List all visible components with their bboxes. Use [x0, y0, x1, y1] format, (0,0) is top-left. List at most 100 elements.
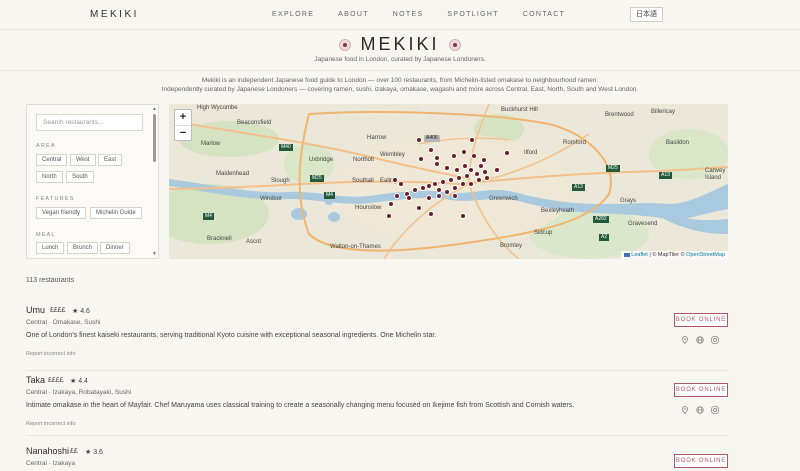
website-globe-icon[interactable] [696, 406, 704, 414]
chip-area-east[interactable]: East [98, 154, 123, 166]
scroll-thumb[interactable] [153, 114, 156, 162]
chip-area-south[interactable]: South [66, 171, 94, 183]
restaurant-marker[interactable] [435, 162, 439, 166]
restaurant-name[interactable]: Umu [26, 305, 45, 315]
restaurant-marker[interactable] [461, 214, 465, 218]
scroll-down-icon[interactable]: ▼ [152, 251, 157, 257]
zoom-out-button[interactable]: − [175, 125, 191, 140]
restaurant-marker[interactable] [463, 164, 467, 168]
restaurant-marker[interactable] [419, 157, 423, 161]
restaurant-marker[interactable] [421, 186, 425, 190]
zoom-in-button[interactable]: + [175, 110, 191, 125]
brand-logo[interactable]: MEKIKI [90, 9, 139, 20]
restaurant-marker[interactable] [475, 172, 479, 176]
restaurant-description: One of London's finest kaiseki restauran… [26, 332, 437, 339]
osm-link[interactable]: OpenStreetMap [686, 252, 725, 258]
card-icons [681, 336, 719, 344]
map-pin-icon[interactable] [681, 336, 689, 344]
search-input[interactable]: Search restaurants... [36, 114, 143, 131]
leaflet-flag-icon [623, 252, 630, 257]
chip-meal-brunch[interactable]: Brunch [67, 242, 99, 254]
restaurant-marker[interactable] [472, 154, 476, 158]
restaurant-marker[interactable] [483, 170, 487, 174]
restaurant-map[interactable]: High Wycombe Beaconsfield Marlow Maidenh… [169, 104, 728, 259]
restaurant-marker[interactable] [437, 188, 441, 192]
restaurant-marker[interactable] [485, 176, 489, 180]
restaurant-marker[interactable] [462, 150, 466, 154]
restaurant-description: Intimate omakase in the heart of Mayfair… [26, 402, 575, 409]
restaurant-marker[interactable] [417, 138, 421, 142]
restaurant-card: Nanahoshi ££ ★ 3.6 Central · Izakaya BOO… [26, 446, 728, 471]
restaurant-marker[interactable] [453, 186, 457, 190]
chip-vegan-friendly[interactable]: Vegan friendly [36, 207, 87, 219]
restaurant-marker[interactable] [437, 194, 441, 198]
restaurant-marker[interactable] [470, 138, 474, 142]
nav-link-spotlight[interactable]: SPOTLIGHT [447, 11, 498, 18]
restaurant-marker[interactable] [479, 164, 483, 168]
nav-link-notes[interactable]: NOTES [393, 11, 424, 18]
restaurant-marker[interactable] [387, 214, 391, 218]
filter-scrollbar[interactable]: ▲ ▼ [151, 104, 158, 259]
restaurant-marker[interactable] [427, 196, 431, 200]
restaurant-marker[interactable] [461, 182, 465, 186]
chip-area-west[interactable]: West [70, 154, 96, 166]
intro-line-1: Mekiki is an independent Japanese food g… [201, 77, 599, 84]
chip-michelin-guide[interactable]: Michelin Guide [90, 207, 142, 219]
nav-link-about[interactable]: ABOUT [338, 11, 369, 18]
restaurant-name[interactable]: Taka [26, 375, 45, 385]
chip-area-north[interactable]: North [36, 171, 63, 183]
language-toggle-button[interactable]: 日本語 [630, 7, 663, 22]
report-link[interactable]: Report incorrect info [26, 351, 76, 357]
chip-meal-lunch[interactable]: Lunch [36, 242, 65, 254]
restaurant-marker[interactable] [445, 190, 449, 194]
restaurant-marker[interactable] [455, 168, 459, 172]
nav-link-explore[interactable]: EXPLORE [272, 11, 314, 18]
restaurant-marker[interactable] [469, 168, 473, 172]
restaurant-marker[interactable] [449, 178, 453, 182]
zoom-control: + − [174, 109, 192, 141]
result-count: 113 restaurants [26, 277, 75, 284]
restaurant-marker[interactable] [457, 176, 461, 180]
restaurant-marker[interactable] [477, 178, 481, 182]
website-globe-icon[interactable] [696, 336, 704, 344]
restaurant-marker[interactable] [429, 148, 433, 152]
restaurant-marker[interactable] [453, 194, 457, 198]
restaurant-marker[interactable] [469, 182, 473, 186]
marker-layer [386, 137, 510, 219]
restaurant-marker[interactable] [465, 174, 469, 178]
page-title: MEKIKI [360, 34, 440, 54]
book-online-button[interactable]: BOOK ONLINE [674, 383, 728, 397]
chip-meal-dinner[interactable]: Dinner [100, 242, 130, 254]
leaflet-link[interactable]: Leaflet [631, 252, 648, 258]
instagram-icon[interactable] [711, 336, 719, 344]
restaurant-marker[interactable] [445, 166, 449, 170]
restaurant-marker[interactable] [427, 184, 431, 188]
restaurant-marker[interactable] [417, 206, 421, 210]
report-link[interactable]: Report incorrect info [26, 421, 76, 427]
restaurant-marker[interactable] [495, 168, 499, 172]
restaurant-marker[interactable] [435, 156, 439, 160]
restaurant-marker[interactable] [441, 180, 445, 184]
instagram-icon[interactable] [711, 406, 719, 414]
restaurant-marker[interactable] [389, 202, 393, 206]
scroll-up-icon[interactable]: ▲ [152, 106, 157, 112]
map-pin-icon[interactable] [681, 406, 689, 414]
restaurant-marker[interactable] [413, 188, 417, 192]
restaurant-marker[interactable] [395, 194, 399, 198]
restaurant-name[interactable]: Nanahoshi [26, 446, 69, 456]
restaurant-marker[interactable] [452, 154, 456, 158]
restaurant-marker[interactable] [393, 178, 397, 182]
restaurant-marker[interactable] [399, 182, 403, 186]
hero: MEKIKI Japanese food in London, curated … [0, 30, 800, 71]
map-attribution: Leaflet | © MapTiler © OpenStreetMap [620, 251, 728, 259]
book-online-button[interactable]: BOOK ONLINE [674, 454, 728, 468]
book-online-button[interactable]: BOOK ONLINE [674, 313, 728, 327]
restaurant-marker[interactable] [433, 182, 437, 186]
chip-area-central[interactable]: Central [36, 154, 68, 166]
restaurant-marker[interactable] [505, 151, 509, 155]
restaurant-marker[interactable] [482, 158, 486, 162]
restaurant-marker[interactable] [407, 196, 411, 200]
restaurant-marker[interactable] [429, 212, 433, 216]
nav-link-contact[interactable]: CONTACT [523, 11, 565, 18]
features-label: FEATURES [36, 196, 75, 202]
